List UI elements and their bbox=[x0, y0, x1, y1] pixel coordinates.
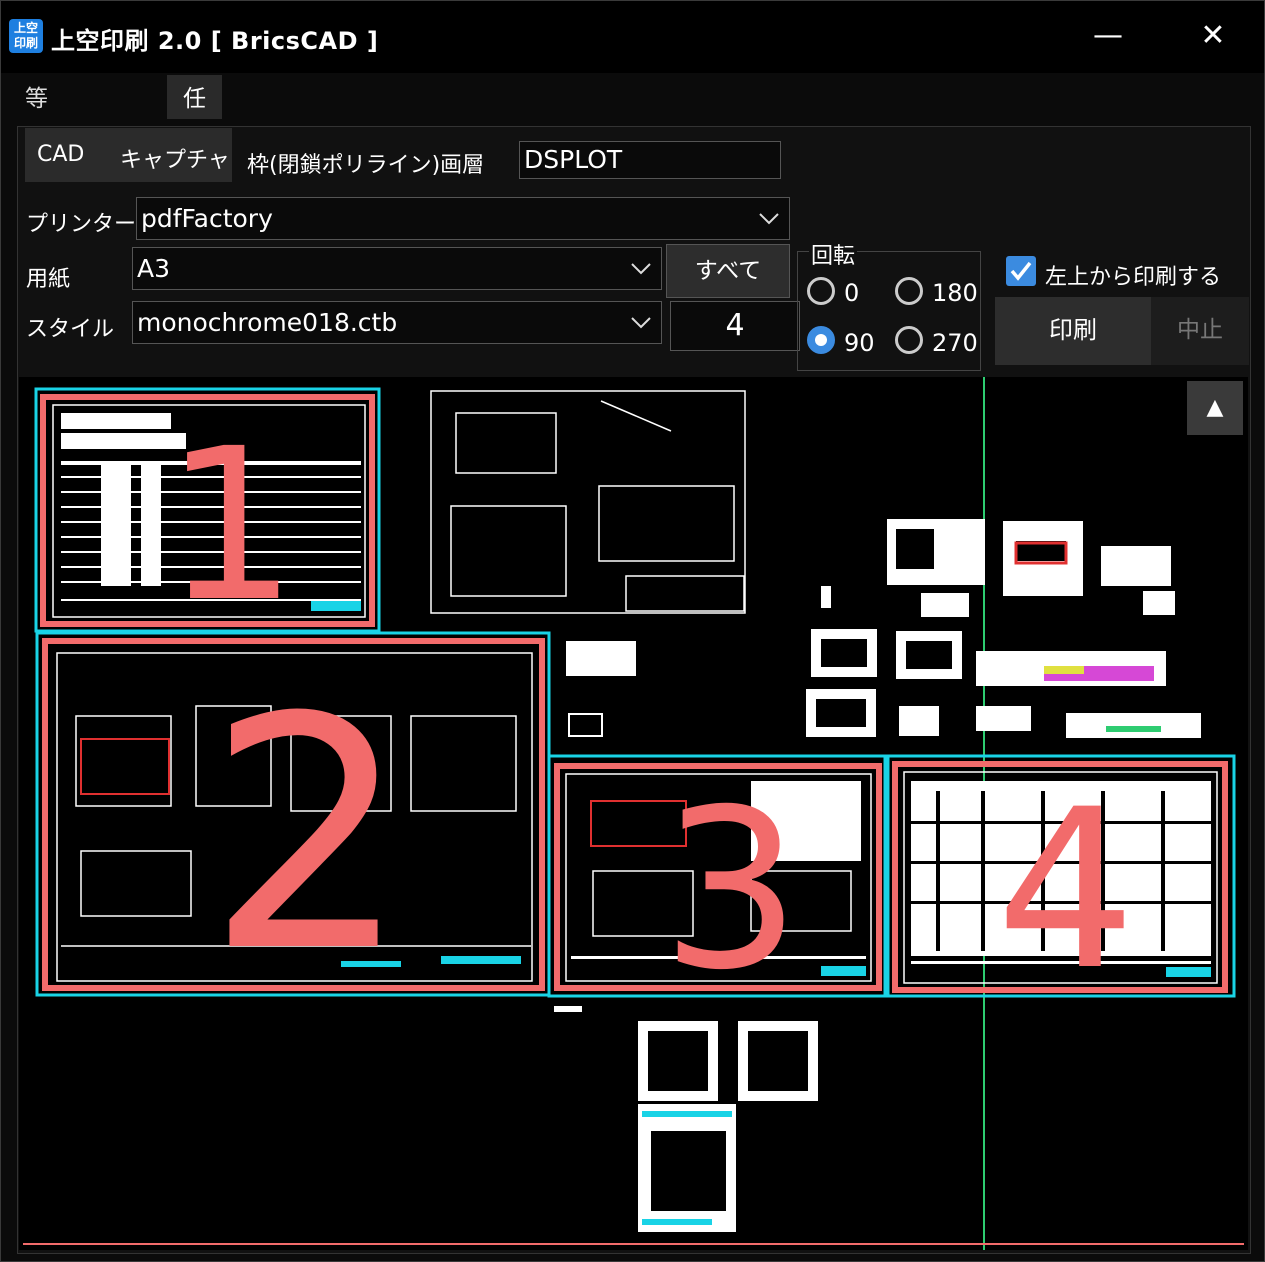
drawing-preview: 1 2 3 4 bbox=[23, 377, 1244, 1250]
printer-value: pdfFactory bbox=[141, 204, 273, 233]
tab-free-frame[interactable]: 任意枠配置 bbox=[167, 75, 222, 304]
rotation-option-180: 180 bbox=[932, 279, 978, 307]
chevron-down-icon bbox=[631, 317, 651, 329]
tab-equal-spacing[interactable]: 等間隔配置 bbox=[9, 75, 64, 304]
style-select[interactable]: monochrome018.ctb bbox=[132, 301, 662, 344]
frame-number-3: 3 bbox=[661, 762, 801, 1018]
capture-label: キャプチャ bbox=[120, 148, 230, 173]
rotation-option-0: 0 bbox=[844, 279, 860, 307]
printer-select[interactable]: pdfFactory bbox=[136, 197, 790, 240]
layer-input[interactable]: DSPLOT bbox=[519, 141, 781, 179]
rotation-radio-270[interactable] bbox=[895, 326, 923, 354]
app-window: 上空印刷 上空印刷 2.0 [ BricsCAD ] — ✕ 等間隔配置 任意枠… bbox=[0, 0, 1265, 1262]
cad-label: CAD bbox=[37, 142, 85, 167]
cad-preview-canvas[interactable]: 1 2 3 4 bbox=[19, 377, 1248, 1250]
rotation-radio-90[interactable] bbox=[807, 326, 835, 354]
style-label: スタイル bbox=[26, 317, 115, 342]
minimize-button[interactable]: — bbox=[1086, 15, 1130, 59]
rotation-option-270: 270 bbox=[932, 329, 978, 357]
all-button[interactable]: すべて bbox=[666, 244, 790, 298]
paper-select[interactable]: A3 bbox=[132, 247, 662, 290]
paper-value: A3 bbox=[137, 254, 171, 283]
print-from-top-left-checkbox[interactable] bbox=[1006, 256, 1036, 286]
count-field[interactable]: 4 bbox=[670, 301, 800, 351]
scroll-up-button[interactable]: ▲ bbox=[1187, 381, 1243, 435]
rotation-option-90: 90 bbox=[844, 329, 875, 357]
frame-number-2: 2 bbox=[206, 650, 410, 1022]
title-bar: 上空 印刷 上空印刷 2.0 [ BricsCAD ] — ✕ bbox=[1, 1, 1264, 73]
close-button[interactable]: ✕ bbox=[1191, 15, 1235, 59]
rotation-radio-0[interactable] bbox=[807, 277, 835, 305]
layer-label: 枠(閉鎖ポリライン)画層 bbox=[247, 153, 485, 178]
print-button[interactable]: 印刷 bbox=[995, 297, 1151, 365]
window-title: 上空印刷 2.0 [ BricsCAD ] bbox=[51, 27, 379, 55]
stop-button[interactable]: 中止 bbox=[1151, 297, 1249, 365]
app-icon: 上空 印刷 bbox=[9, 19, 43, 53]
drawing-sheet-top bbox=[430, 390, 746, 614]
paper-label: 用紙 bbox=[26, 267, 71, 292]
printer-label: プリンター bbox=[26, 212, 137, 237]
style-value: monochrome018.ctb bbox=[137, 308, 398, 337]
rotation-label: 回転 bbox=[809, 238, 858, 270]
rotation-radio-180[interactable] bbox=[895, 277, 923, 305]
print-from-top-left-label: 左上から印刷する bbox=[1045, 265, 1222, 290]
frame-number-4: 4 bbox=[996, 762, 1136, 1018]
check-icon bbox=[1010, 261, 1032, 281]
cad-capture-button[interactable]: CAD キャプチャ bbox=[25, 128, 232, 182]
chevron-down-icon bbox=[631, 263, 651, 275]
chevron-down-icon bbox=[759, 213, 779, 225]
frame-number-1: 1 bbox=[164, 403, 298, 648]
